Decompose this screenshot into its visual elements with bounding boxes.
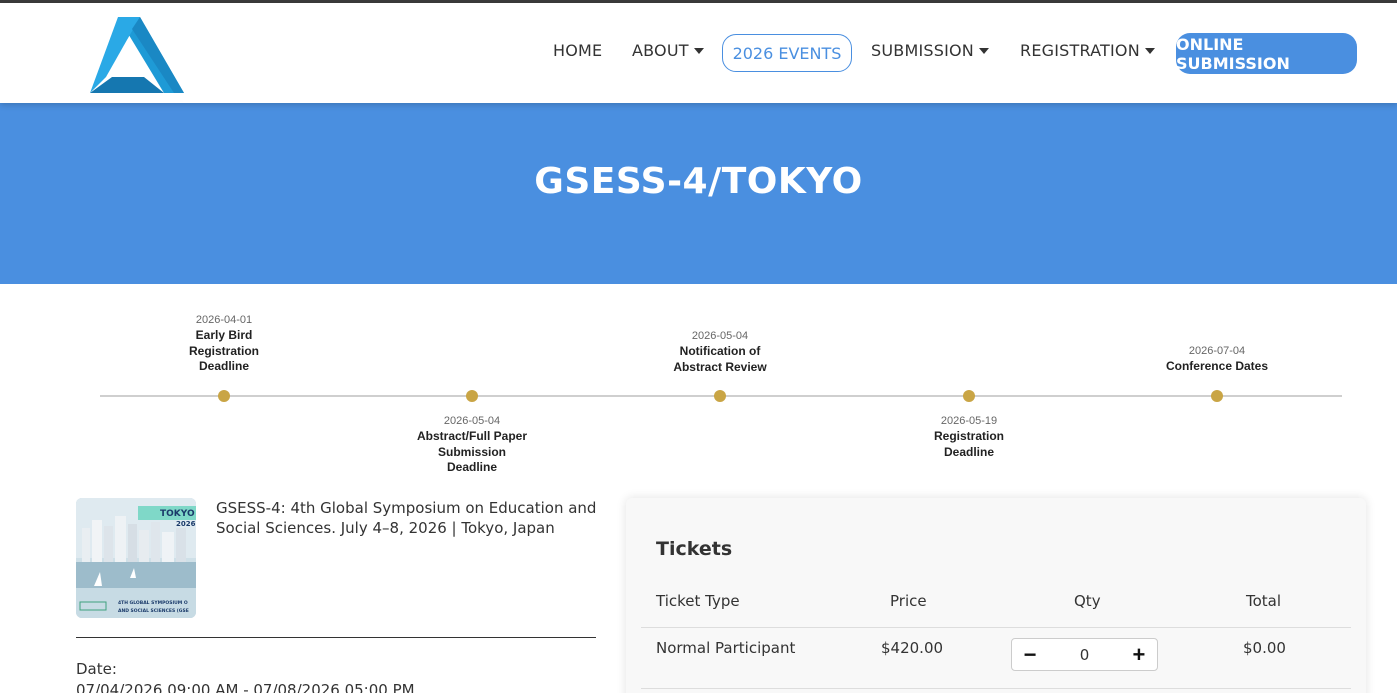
nav-home-label: HOME xyxy=(553,41,603,60)
online-submission-button[interactable]: ONLINE SUBMISSION xyxy=(1176,33,1357,74)
page-title: GSESS-4/TOKYO xyxy=(534,161,863,202)
nav-registration[interactable]: REGISTRATION xyxy=(1020,41,1155,60)
timeline-item-registration: 2026-05-19 Registration Deadline xyxy=(889,414,1049,460)
date-value: 07/04/2026 09:00 AM - 07/08/2026 05:00 P… xyxy=(76,681,415,693)
timeline-label: Registration xyxy=(933,429,1004,443)
timeline-item-early-bird: 2026-04-01 Early Bird Registration Deadl… xyxy=(144,313,304,375)
main-nav: HOME ABOUT 2026 EVENTS SUBMISSION REGIST… xyxy=(0,3,1397,103)
nav-events-label: 2026 EVENTS xyxy=(732,43,842,63)
nav-home[interactable]: HOME xyxy=(553,41,602,60)
timeline-date: 2026-05-04 xyxy=(443,415,501,427)
caret-down-icon xyxy=(693,48,704,54)
timeline-label: Abstract/Full Paper xyxy=(416,429,528,443)
timeline-label: Deadline xyxy=(943,444,994,459)
plus-icon[interactable]: + xyxy=(1131,643,1147,665)
timeline-item-notification: 2026-05-04 Notification of Abstract Revi… xyxy=(640,329,800,375)
caret-down-icon xyxy=(1144,48,1155,54)
header-total: Total xyxy=(1246,592,1282,610)
timeline-date: 2026-05-04 xyxy=(691,330,749,342)
timeline-dot xyxy=(218,390,230,402)
header-ticket-type: Ticket Type xyxy=(656,592,740,610)
ticket-total-cell: $0.00 xyxy=(1243,639,1286,657)
nav-submission[interactable]: SUBMISSION xyxy=(871,41,989,60)
quantity-value[interactable]: 0 xyxy=(1080,646,1090,664)
ticket-type-cell: Normal Participant xyxy=(656,639,796,657)
timeline-dot xyxy=(963,390,975,402)
timeline-date: 2026-04-01 xyxy=(195,314,253,326)
event-description: GSESS-4: 4th Global Symposium on Educati… xyxy=(216,499,597,537)
timeline-date: 2026-07-04 xyxy=(1188,345,1246,357)
table-divider xyxy=(641,688,1351,689)
timeline-item-conference: 2026-07-04 Conference Dates xyxy=(1137,344,1297,375)
site-header: HOME ABOUT 2026 EVENTS SUBMISSION REGIST… xyxy=(0,3,1397,103)
tickets-card: Tickets Ticket Type Price Qty Total Norm… xyxy=(626,498,1366,693)
event-poster-image[interactable]: TOKYO 2026. 4TH GLOBAL SYMPOSIUM O AND S… xyxy=(76,498,196,618)
timeline-label: Submission xyxy=(437,444,506,459)
online-submission-label: ONLINE SUBMISSION xyxy=(1176,34,1290,73)
nav-submission-label: SUBMISSION xyxy=(871,41,974,60)
timeline-label: Conference Dates xyxy=(1165,359,1269,373)
nav-about-label: ABOUT xyxy=(632,41,689,60)
page-banner: GSESS-4/TOKYO xyxy=(0,103,1397,284)
divider xyxy=(76,637,596,638)
thumb-title: TOKYO xyxy=(160,509,195,519)
header-price: Price xyxy=(890,592,927,610)
table-divider xyxy=(641,627,1351,628)
nav-registration-label: REGISTRATION xyxy=(1020,41,1140,60)
tickets-title: Tickets xyxy=(656,538,733,560)
timeline-label: Notification of xyxy=(679,344,761,358)
thumb-year: 2026. xyxy=(176,520,196,528)
thumb-caption-2: AND SOCIAL SCIENCES (GSE xyxy=(118,608,189,614)
timeline-label: Early Bird xyxy=(195,328,253,342)
nav-2026-events[interactable]: 2026 EVENTS xyxy=(722,34,852,72)
timeline-label: Deadline xyxy=(446,460,497,474)
date-label: Date: xyxy=(76,660,117,678)
timeline-item-abstract-submission: 2026-05-04 Abstract/Full Paper Submissio… xyxy=(392,414,552,476)
minus-icon[interactable]: − xyxy=(1022,643,1038,665)
timeline-date: 2026-05-19 xyxy=(940,415,998,427)
nav-about[interactable]: ABOUT xyxy=(632,41,704,60)
timeline-dot xyxy=(1211,390,1223,402)
timeline-label: Abstract Review xyxy=(673,359,767,374)
thumb-caption-1: 4TH GLOBAL SYMPOSIUM O xyxy=(118,600,188,606)
ticket-price-cell: $420.00 xyxy=(881,639,944,657)
timeline-dot xyxy=(714,390,726,402)
quantity-stepper: − 0 + xyxy=(1011,638,1158,671)
timeline-label: Deadline xyxy=(198,359,249,373)
header-qty: Qty xyxy=(1074,592,1101,610)
timeline-label: Registration xyxy=(188,343,259,358)
caret-down-icon xyxy=(978,48,989,54)
timeline-dot xyxy=(466,390,478,402)
